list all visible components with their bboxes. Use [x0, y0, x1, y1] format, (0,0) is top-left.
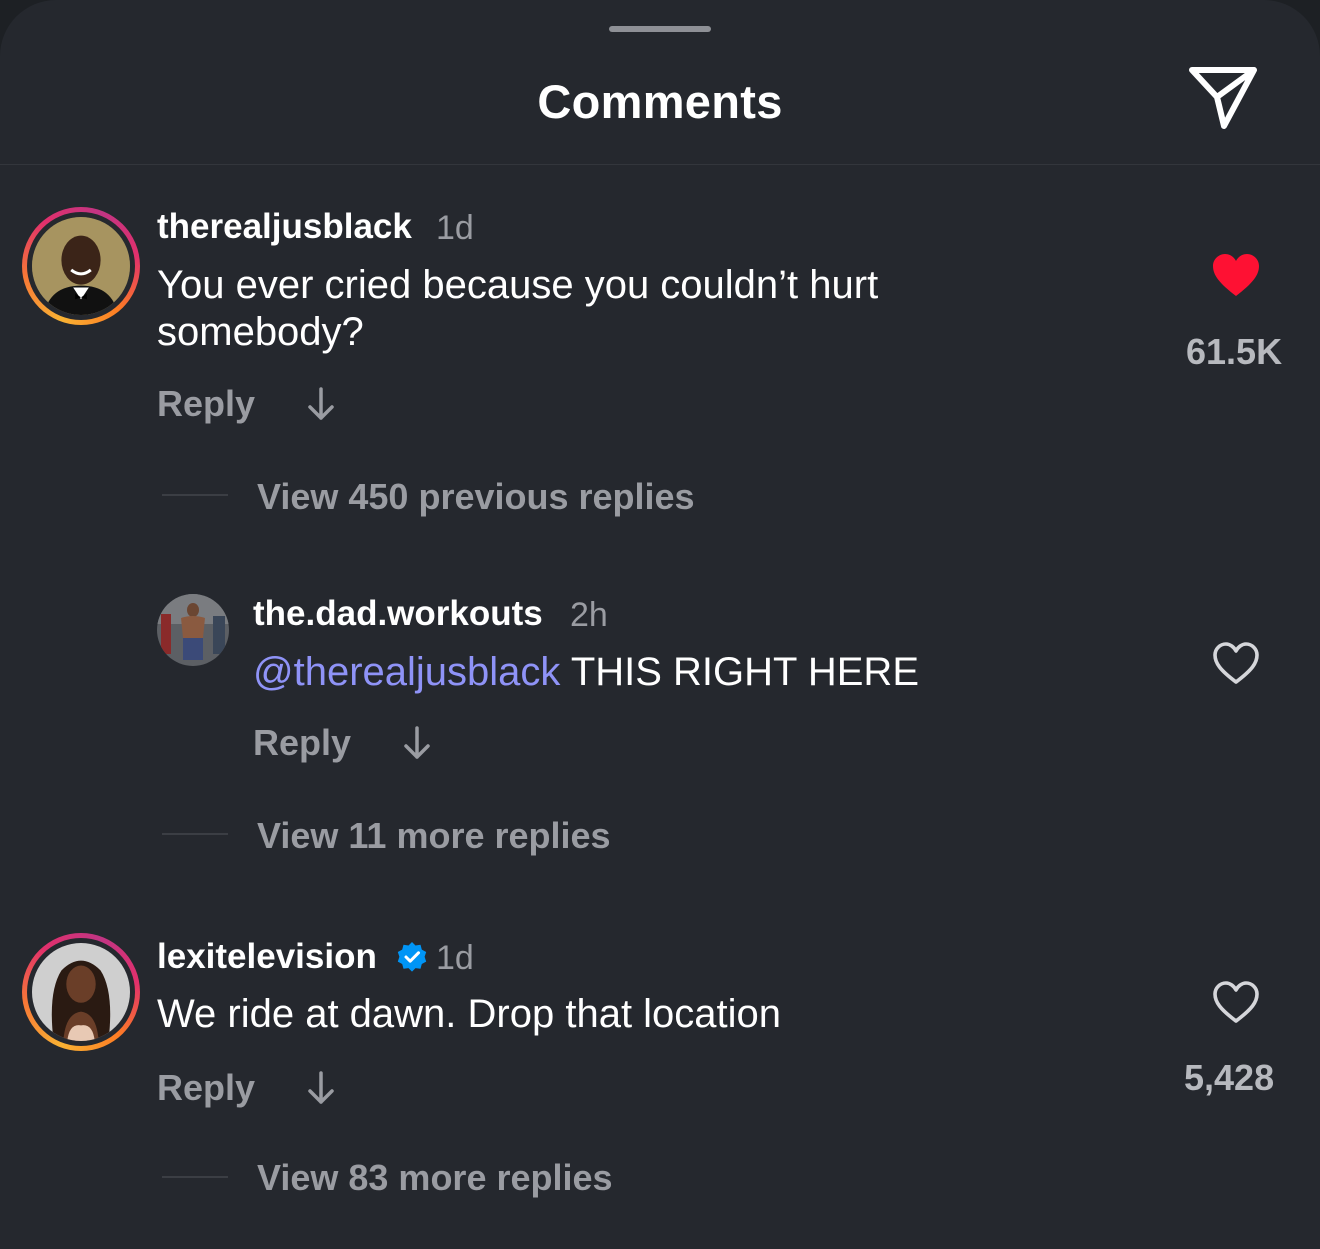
reply-button[interactable]: Reply — [157, 383, 255, 425]
comment-time: 1d — [436, 939, 474, 977]
thread-divider — [162, 1176, 228, 1178]
like-heart-icon[interactable] — [1211, 640, 1261, 686]
share-icon[interactable] — [1186, 64, 1260, 130]
mention-link[interactable]: @therealjusblack — [253, 650, 560, 694]
view-previous-replies-button[interactable]: View 450 previous replies — [257, 476, 695, 518]
reply-button[interactable]: Reply — [157, 1067, 255, 1109]
like-heart-icon[interactable] — [1211, 979, 1261, 1025]
profile-photo-icon — [32, 943, 130, 1041]
profile-photo-icon — [32, 217, 130, 315]
verified-badge-icon — [397, 942, 427, 972]
like-count: 5,428 — [1184, 1057, 1275, 1098]
like-heart-filled-icon[interactable] — [1211, 252, 1261, 298]
comment-time: 2h — [570, 596, 608, 634]
comment-text: We ride at dawn. Drop that location — [157, 992, 782, 1036]
page-title: Comments — [537, 75, 783, 128]
comment-text-line2: somebody? — [157, 310, 364, 354]
profile-photo-icon[interactable] — [157, 594, 229, 666]
comment-username[interactable]: therealjusblack — [157, 207, 412, 247]
comment-username[interactable]: the.dad.workouts — [253, 594, 543, 634]
comment-text-line1: You ever cried because you couldn’t hurt — [157, 263, 879, 307]
translate-arrow-icon[interactable] — [306, 386, 336, 422]
thread-divider — [162, 833, 228, 835]
like-count: 61.5K — [1186, 331, 1283, 372]
comment-text: @therealjusblack THIS RIGHT HERE — [253, 649, 919, 696]
sheet-grabber[interactable] — [609, 26, 711, 32]
comment-time: 1d — [436, 209, 474, 247]
comment-username[interactable]: lexitelevision — [157, 937, 377, 977]
translate-arrow-icon[interactable] — [402, 725, 432, 761]
view-more-replies-button[interactable]: View 83 more replies — [257, 1157, 613, 1199]
comments-sheet: Comments therealjusblack 1d You ever cri… — [0, 0, 1320, 1249]
avatar[interactable] — [22, 207, 140, 325]
reply-button[interactable]: Reply — [253, 722, 351, 764]
comment-body: THIS RIGHT HERE — [560, 650, 919, 694]
translate-arrow-icon[interactable] — [306, 1070, 336, 1106]
view-more-replies-button[interactable]: View 11 more replies — [257, 815, 611, 857]
avatar[interactable] — [22, 933, 140, 1051]
thread-divider — [162, 494, 228, 496]
comments-header: Comments — [0, 40, 1320, 165]
